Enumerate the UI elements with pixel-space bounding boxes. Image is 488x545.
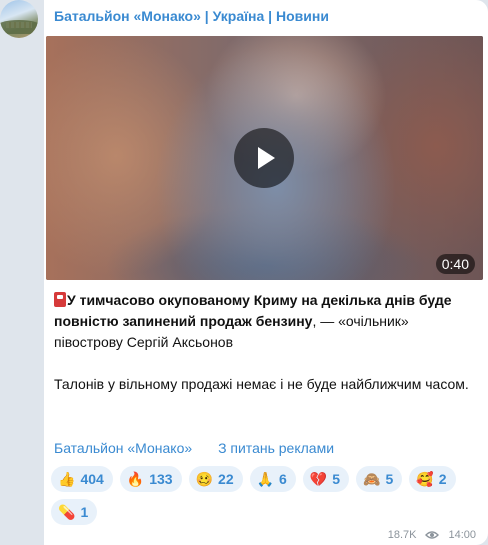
praying-hands-icon: 🙏 bbox=[256, 471, 275, 487]
avatar-hill bbox=[0, 20, 38, 34]
woozy-face-icon: 🥴 bbox=[195, 471, 214, 487]
reaction-count: 5 bbox=[385, 471, 394, 487]
reaction-praying-hands[interactable]: 🙏 6 bbox=[249, 466, 296, 492]
channel-name[interactable]: Батальйон «Монако» | Україна | Новини bbox=[54, 8, 329, 24]
eye-icon bbox=[425, 531, 440, 539]
channel-link[interactable]: Батальйон «Монако» bbox=[54, 440, 192, 456]
broken-heart-icon: 💔 bbox=[309, 471, 328, 487]
post-paragraph-1: У тимчасово окупованому Криму на декільк… bbox=[54, 290, 474, 353]
play-button[interactable] bbox=[234, 128, 294, 188]
video-player[interactable]: 0:40 bbox=[46, 36, 483, 280]
post-time: 14:00 bbox=[448, 529, 476, 541]
channel-avatar[interactable] bbox=[0, 0, 38, 38]
reaction-broken-heart[interactable]: 💔 5 bbox=[302, 466, 350, 492]
reaction-count: 6 bbox=[279, 471, 287, 487]
reaction-count: 22 bbox=[218, 471, 234, 487]
reaction-thumbs-up[interactable]: 👍 404 bbox=[51, 466, 113, 492]
post-paragraph-2: Талонів у вільному продажі немає і не бу… bbox=[54, 376, 469, 392]
thumbs-up-icon: 👍 bbox=[58, 471, 76, 487]
reaction-pill[interactable]: 💊 1 bbox=[51, 499, 98, 525]
reaction-count: 404 bbox=[80, 471, 104, 487]
reaction-smiling-hearts[interactable]: 🥰 2 bbox=[409, 466, 456, 492]
reaction-count: 5 bbox=[332, 471, 341, 487]
reaction-see-no-evil-monkey[interactable]: 🙈 5 bbox=[356, 466, 403, 492]
fuel-pump-icon bbox=[54, 292, 66, 307]
ads-link[interactable]: З питань реклами bbox=[218, 440, 334, 456]
message-bubble: Батальйон «Монако» | Україна | Новини 0:… bbox=[44, 0, 488, 545]
play-icon bbox=[258, 147, 275, 169]
reaction-woozy-face[interactable]: 🥴 22 bbox=[188, 466, 243, 492]
smiling-hearts-icon: 🥰 bbox=[416, 471, 434, 487]
reaction-count: 1 bbox=[80, 504, 89, 520]
pill-icon: 💊 bbox=[58, 504, 76, 520]
view-count: 18.7K bbox=[387, 529, 417, 541]
fire-icon: 🔥 bbox=[126, 471, 145, 487]
message-meta: 18.7K 14:00 bbox=[388, 529, 476, 541]
post-links: Батальйон «Монако» З питань реклами bbox=[54, 440, 334, 456]
post-text: У тимчасово окупованому Криму на декільк… bbox=[54, 290, 474, 395]
see-no-evil-monkey-icon: 🙈 bbox=[363, 471, 381, 487]
reaction-count: 2 bbox=[438, 471, 447, 487]
reactions-bar: 👍 404 🔥 133 🥴 22 🙏 6 💔 5 🙈 5 🥰 2 💊 1 bbox=[51, 466, 471, 525]
reaction-fire[interactable]: 🔥 133 bbox=[119, 466, 182, 492]
reaction-count: 133 bbox=[149, 471, 173, 487]
video-duration: 0:40 bbox=[435, 254, 475, 274]
